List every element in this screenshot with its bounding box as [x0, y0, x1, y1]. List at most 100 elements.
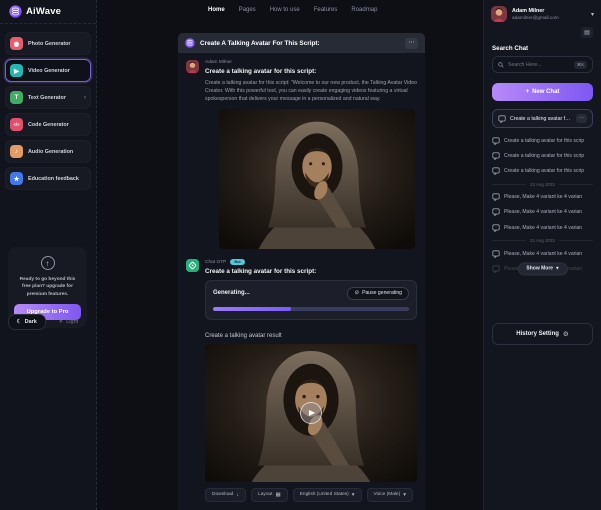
aiwave-app: Home Pages How to use Features Roadmap A…: [0, 0, 601, 510]
upgrade-text: Ready to go beyond this free plan? upgra…: [16, 276, 79, 298]
chevron-down-icon: ▾: [352, 492, 355, 498]
chat-icon: [492, 137, 500, 145]
progress-fill: [213, 307, 291, 311]
message-title: Create a talking avatar for this script:: [205, 68, 417, 75]
result-toolbar: Download ↓ Layout ▦ English (United Stat…: [205, 488, 417, 508]
chat-title: Create A Talking Avatar For This Script:: [200, 40, 320, 47]
history-item[interactable]: Create a talking avatar for this scrip: [492, 163, 593, 178]
chat-icon: [492, 265, 500, 273]
chat-icon: [492, 193, 500, 201]
history-setting-button[interactable]: History Setting ⚙: [492, 323, 593, 345]
download-button[interactable]: Download ↓: [205, 488, 246, 502]
sidebar-item-label: Audio Generation: [28, 149, 73, 155]
layout-icon: ▦: [276, 492, 281, 498]
text-icon: T: [10, 91, 23, 104]
show-more-label: Show More: [526, 266, 553, 272]
chat-icon: [492, 224, 500, 232]
sidebar-item-label: Education feedback: [28, 176, 79, 182]
chat-header: Create A Talking Avatar For This Script:…: [178, 33, 425, 53]
new-chat-label: New Chat: [532, 89, 559, 95]
sidebar-item-label: Photo Generator: [28, 41, 71, 47]
nav-home[interactable]: Home: [208, 7, 225, 13]
history-item[interactable]: Please, Make 4 variant ke 4 varian: [492, 220, 593, 235]
language-select[interactable]: English (United States) ▾: [293, 488, 362, 502]
pause-label: Pause generating: [362, 290, 402, 296]
profile-avatar: [491, 6, 507, 22]
result-label: Create a talking avatar result: [205, 333, 417, 339]
download-icon: ↓: [236, 492, 239, 498]
nav-features[interactable]: Features: [314, 7, 338, 13]
gear-icon: ⚙: [563, 330, 569, 338]
moon-icon: ☾: [17, 319, 22, 325]
bot-badge: Bot: [230, 259, 244, 265]
download-label: Download: [212, 492, 233, 497]
dark-mode-button[interactable]: ☾ Dark: [8, 314, 46, 330]
chat-menu-icon[interactable]: ⋯: [405, 38, 418, 49]
sidebar-item-photo-generator[interactable]: ◉ Photo Generator: [5, 32, 91, 55]
bot-message-title: Create a talking avatar for this script:: [205, 268, 417, 275]
left-sidebar: AiWave ◉ Photo Generator ▶ Video Generat…: [0, 0, 97, 510]
camera-icon: ◉: [10, 37, 23, 50]
theme-toggle: ☾ Dark ☀ Light: [8, 314, 87, 330]
history-item-label: Create a talking avatar for this scrip: [504, 168, 584, 174]
light-label: Light: [66, 319, 78, 325]
nav-roadmap[interactable]: Roadmap: [351, 7, 377, 13]
dark-label: Dark: [25, 319, 37, 325]
chat-icon: [498, 115, 506, 123]
nav-how-to-use[interactable]: How to use: [270, 7, 300, 13]
chat-icon: [492, 167, 500, 175]
progress-bar: [213, 307, 409, 311]
sidebar-item-code-generator[interactable]: </> Code Generator: [5, 113, 91, 136]
chevron-down-icon: ▾: [403, 492, 406, 498]
history-item[interactable]: Please, Make 4 variant ke 4 varian: [492, 205, 593, 220]
music-icon: ♪: [10, 145, 23, 158]
show-more-button[interactable]: Show More ▾: [517, 262, 567, 275]
light-mode-button[interactable]: ☀ Light: [50, 314, 88, 330]
chat-options-icon[interactable]: ⋯: [576, 114, 587, 123]
search-chat-heading: Search Chat: [492, 45, 593, 52]
history-item[interactable]: Please, Make 4 variant ke 4 varian Show …: [492, 261, 593, 276]
shortcut-badge: ⌘K: [574, 61, 587, 69]
video-icon: ▶: [10, 64, 23, 77]
history-setting-label: History Setting: [516, 331, 559, 337]
profile-name: Adam Milner: [512, 8, 559, 14]
chat-panel: Create A Talking Avatar For This Script:…: [178, 33, 425, 510]
history-item[interactable]: Please, Make 4 variant ke 4 varian: [492, 190, 593, 205]
sidebar-item-text-generator[interactable]: T Text Generator ›: [5, 86, 91, 109]
chevron-down-icon: ▾: [591, 11, 594, 18]
layout-button[interactable]: Layout ▦: [251, 488, 288, 502]
chat-icon: [492, 250, 500, 258]
search-box: ⌘K: [492, 56, 593, 73]
user-profile[interactable]: Adam Milner adamilner@gmail.com ▾: [484, 0, 601, 26]
sidebar-item-video-generator[interactable]: ▶ Video Generator: [5, 59, 91, 82]
education-icon: ★: [10, 172, 23, 185]
code-icon: </>: [10, 118, 23, 131]
history-item-label: Please, Make 4 variant ke 4 varian: [504, 251, 582, 257]
search-input[interactable]: [508, 62, 570, 68]
history-item-label: Please, Make 4 variant ke 4 varian: [504, 209, 582, 215]
sidebar-item-label: Video Generator: [28, 68, 70, 74]
nav-pages[interactable]: Pages: [239, 7, 256, 13]
result-video-thumbnail[interactable]: ▶: [205, 344, 417, 482]
play-icon[interactable]: ▶: [300, 402, 322, 424]
brand-logo[interactable]: AiWave: [0, 0, 96, 24]
voice-select[interactable]: Voice (Male) ▾: [367, 488, 413, 502]
chevron-right-icon: ›: [84, 94, 86, 101]
history-item-label: Please, Make 4 variant ke 4 varian: [504, 225, 582, 231]
sidebar-item-audio-generation[interactable]: ♪ Audio Generation: [5, 140, 91, 163]
history-item[interactable]: Create a talking avatar for this scrip: [492, 148, 593, 163]
sidebar-item-label: Code Generator: [28, 122, 69, 128]
pause-generating-button[interactable]: ⊘ Pause generating: [347, 287, 409, 300]
chat-icon: [492, 152, 500, 160]
new-chat-button[interactable]: + New Chat: [492, 83, 593, 101]
search-icon: [498, 62, 504, 68]
active-chat-item[interactable]: Create a talking avatar for this scrip ⋯: [492, 109, 593, 128]
collapse-panel-icon[interactable]: ▤: [581, 27, 593, 38]
history-item[interactable]: Create a talking avatar for this scrip: [492, 133, 593, 148]
history-item-label: Create a talking avatar for this scrip: [504, 138, 584, 144]
plus-icon: +: [526, 89, 530, 95]
history-item[interactable]: Please, Make 4 variant ke 4 varian: [492, 246, 593, 261]
chat-topic-icon: [185, 38, 195, 48]
message-body: Create a talking avatar for this script:…: [205, 79, 417, 104]
sidebar-item-education-feedback[interactable]: ★ Education feedback: [5, 167, 91, 190]
